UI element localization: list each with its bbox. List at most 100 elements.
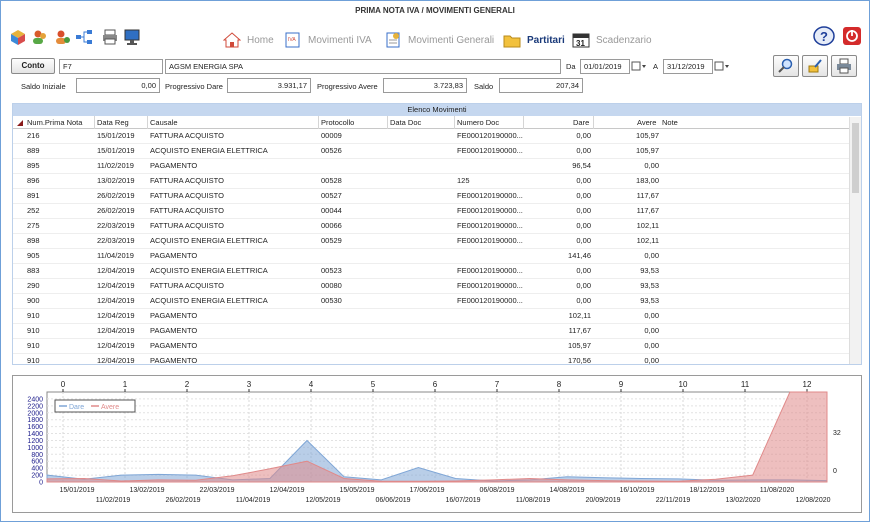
calendar-dropdown-icon[interactable] [714,60,730,73]
table-cell: 891 [27,191,40,200]
column-data-doc[interactable]: Data Doc [390,116,421,129]
sort-indicator-icon [17,120,23,126]
movements-chart: 0200400600800100012001400160018002000220… [27,380,840,504]
nav-scadenzario[interactable]: 31 Scadenzario [572,31,652,49]
table-cell: 00529 [321,236,342,245]
top-tick-label: 10 [679,380,688,389]
x-date-label: 06/06/2019 [375,497,410,504]
column-causale[interactable]: Causale [150,116,178,129]
top-tick-label: 6 [433,380,438,389]
table-row[interactable]: 910 12/04/2019 PAGAMENTO 105,97 0,00 [13,339,849,354]
table-cell: 102,11 [636,236,659,245]
table-cell: 125 [457,176,470,185]
column-protocollo[interactable]: Protocollo [321,116,354,129]
table-row[interactable]: 900 12/04/2019 ACQUISTO ENERGIA ELETTRICA 0… [13,294,849,309]
search-button[interactable] [773,55,799,77]
table-row[interactable]: 910 12/04/2019 PAGAMENTO 117,67 0,00 [13,324,849,339]
column-avere[interactable]: Avere [637,116,656,129]
users-icon[interactable] [31,28,49,46]
table-cell: 00066 [321,221,342,230]
nav-home-label: Home [247,34,274,46]
column-note[interactable]: Note [662,116,678,129]
table-cell: 15/01/2019 [97,131,135,140]
toolbar: Home IVA Movimenti IVA Movimenti General… [1,23,869,55]
account-code-field[interactable]: F7 [59,59,163,74]
table-cell: FE000120190000... [457,221,523,230]
top-tick-label: 3 [247,380,252,389]
x-date-label: 12/08/2020 [795,497,830,504]
svg-text:IVA: IVA [288,37,296,43]
table-row[interactable]: 910 12/04/2019 PAGAMENTO 102,11 0,00 [13,309,849,324]
x-date-label: 20/09/2019 [585,497,620,504]
user-add-icon[interactable] [53,28,71,46]
monitor-icon[interactable] [123,28,141,46]
top-tick-label: 2 [185,380,190,389]
table-cell: 00527 [321,191,342,200]
window-title: PRIMA NOTA IVA / MOVIMENTI GENERALI [355,6,515,15]
table-cell: FATTURA ACQUISTO [150,176,224,185]
table-row[interactable]: 275 22/03/2019 FATTURA ACQUISTO 00066 FE0001… [13,219,849,234]
column-num-prima-nota[interactable]: Num.Prima Nota [27,116,82,129]
table-row[interactable]: 895 11/02/2019 PAGAMENTO 96,54 0,00 [13,159,849,174]
grid-scrollbar[interactable] [849,117,861,364]
nav-movimenti-iva[interactable]: IVA Movimenti IVA [284,31,372,49]
movements-grid: Elenco Movimenti Num.Prima Nota Data Reg… [12,103,862,365]
cube-icon[interactable] [9,28,27,46]
table-cell: 895 [27,161,40,170]
table-cell: FE000120190000... [457,281,523,290]
help-icon[interactable]: ? [813,26,835,46]
x-date-label: 06/08/2019 [479,487,514,494]
nav-partitari[interactable]: Partitari [503,31,565,49]
print-button[interactable] [831,55,857,77]
column-numero-doc[interactable]: Numero Doc [457,116,499,129]
date-to-field[interactable]: 31/12/2019 [663,59,713,74]
table-row[interactable]: 889 15/01/2019 ACQUISTO ENERGIA ELETTRICA 0… [13,144,849,159]
filter-panel: Conto F7 AGSM ENERGIA SPA Da 01/01/2019 … [5,55,867,95]
nav-home[interactable]: Home [223,31,274,49]
x-date-label: 16/10/2019 [619,487,654,494]
top-tick-label: 1 [123,380,128,389]
scrollbar-thumb[interactable] [852,123,859,193]
date-from-field[interactable]: 01/01/2019 [580,59,630,74]
table-row[interactable]: 905 11/04/2019 PAGAMENTO 141,46 0,00 [13,249,849,264]
table-cell: FE000120190000... [457,206,523,215]
saldo-field: 207,34 [499,78,583,93]
table-row[interactable]: 883 12/04/2019 ACQUISTO ENERGIA ELETTRICA 0… [13,264,849,279]
table-cell: 900 [27,296,40,305]
calendar-dropdown-icon[interactable] [631,60,647,73]
x-date-label: 11/04/2019 [236,497,271,504]
printer-icon[interactable] [101,28,119,46]
table-row[interactable]: 898 22/03/2019 ACQUISTO ENERGIA ELETTRICA 0… [13,234,849,249]
account-name-field[interactable]: AGSM ENERGIA SPA [165,59,561,74]
nav-movimenti-generali[interactable]: Movimenti Generali [384,31,494,49]
table-cell: 93,53 [640,296,659,305]
x-date-label: 12/04/2019 [269,487,304,494]
table-cell: 905 [27,251,40,260]
column-dare[interactable]: Dare [573,116,589,129]
table-cell: 26/02/2019 [97,191,135,200]
y-tick-label: 1600 [27,424,43,431]
table-cell: ACQUISTO ENERGIA ELETTRICA [150,236,268,245]
power-icon[interactable] [843,26,861,46]
clear-button[interactable] [802,55,828,77]
table-cell: FE000120190000... [457,236,523,245]
top-tick-label: 9 [619,380,624,389]
table-row[interactable]: 891 26/02/2019 FATTURA ACQUISTO 00527 FE0001… [13,189,849,204]
column-data-reg[interactable]: Data Reg [97,116,129,129]
network-icon[interactable] [75,28,93,46]
table-row[interactable]: 290 12/04/2019 FATTURA ACQUISTO 00080 FE0001… [13,279,849,294]
search-icon [778,58,793,73]
table-row[interactable]: 896 13/02/2019 FATTURA ACQUISTO 00528 125 0,0… [13,174,849,189]
table-cell: FE000120190000... [457,131,523,140]
table-cell: ACQUISTO ENERGIA ELETTRICA [150,266,268,275]
conto-button[interactable]: Conto [11,58,55,74]
table-row[interactable]: 216 15/01/2019 FATTURA ACQUISTO 00009 FE0001… [13,129,849,144]
table-row[interactable]: 252 26/02/2019 FATTURA ACQUISTO 00044 FE0001… [13,204,849,219]
table-row[interactable]: 910 12/04/2019 PAGAMENTO 170,56 0,00 [13,354,849,364]
table-cell: 0,00 [644,341,659,350]
table-cell: 883 [27,266,40,275]
table-cell: 00080 [321,281,342,290]
main-window: PRIMA NOTA IVA / MOVIMENTI GENERALI Home… [0,0,870,522]
saldo-iniziale-label: Saldo Iniziale [21,82,66,91]
table-cell: PAGAMENTO [150,311,198,320]
